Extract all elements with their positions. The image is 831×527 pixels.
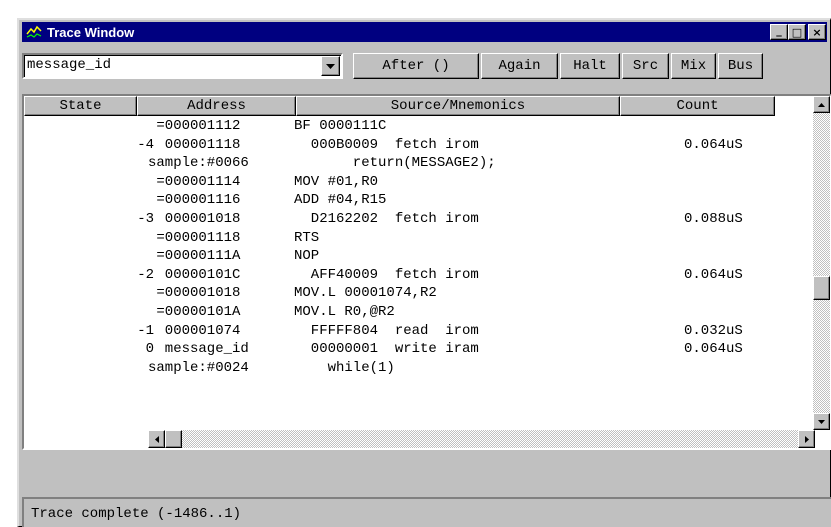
cell-address: sample:#0066 xyxy=(148,155,249,172)
horizontal-scroll-thumb[interactable] xyxy=(165,430,182,448)
cell-source: NOP xyxy=(294,248,320,265)
cell-source: BF 0000111C xyxy=(294,118,387,134)
scroll-left-button[interactable] xyxy=(148,430,165,448)
table-row[interactable]: sample:#0024 while(1) xyxy=(24,359,815,378)
cell-source: MOV.L R0,@R2 xyxy=(294,303,395,320)
chevron-down-icon xyxy=(326,63,335,69)
bus-button[interactable]: Bus xyxy=(718,53,763,79)
cell-address: =000001112 xyxy=(148,118,241,134)
dropdown-button[interactable] xyxy=(321,56,340,76)
cell-count: 0.064uS xyxy=(684,341,743,358)
cell-source: ADD #04,R15 xyxy=(294,192,387,209)
cell-address: =00000111A xyxy=(148,248,241,265)
table-row[interactable]: =000001116 ADD #04,R15 xyxy=(24,191,815,210)
minimize-button[interactable]: _ xyxy=(770,24,788,40)
scroll-down-button[interactable] xyxy=(813,413,830,430)
status-bar: Trace complete (-1486..1) xyxy=(22,497,831,527)
cell-address: =000001118 xyxy=(148,229,241,246)
table-row[interactable]: -2 00000101C AFF40009 fetch irom 0.064uS xyxy=(24,266,815,285)
cell-address: =000001116 xyxy=(148,192,241,209)
cell-source: while(1) xyxy=(294,359,395,376)
table-row[interactable]: sample:#0066 return(MESSAGE2); xyxy=(24,154,815,173)
cell-source: D2162202 fetch irom xyxy=(294,210,479,227)
cell-count: 0.088uS xyxy=(684,210,743,227)
cell-count: 0.064uS xyxy=(684,266,743,283)
column-header-count[interactable]: Count xyxy=(620,96,775,116)
scroll-right-button[interactable] xyxy=(798,430,815,448)
column-header-address[interactable]: Address xyxy=(137,96,296,116)
cell-source: RTS xyxy=(294,229,320,246)
cell-source: MOV.L 00001074,R2 xyxy=(294,285,437,302)
table-row[interactable]: =00000111A NOP xyxy=(24,247,815,266)
cell-count: 0.064uS xyxy=(684,136,743,153)
halt-button[interactable]: Halt xyxy=(560,53,620,79)
window-title: Trace Window xyxy=(47,24,135,40)
arrow-right-icon xyxy=(804,435,809,443)
cell-source: FFFFF804 read irom xyxy=(294,322,479,339)
table-row[interactable]: -3 000001018 D2162202 fetch irom 0.088uS xyxy=(24,210,815,229)
trace-app-icon[interactable] xyxy=(24,23,44,41)
table-row[interactable]: =000001114 MOV #01,R0 xyxy=(24,173,815,192)
status-text: Trace complete (-1486..1) xyxy=(31,505,242,522)
cell-address: =000001114 xyxy=(148,173,241,190)
title-bar[interactable]: Trace Window _ □ × xyxy=(22,22,827,42)
trace-window: Trace Window _ □ × message_id After () A… xyxy=(17,18,831,527)
close-icon: × xyxy=(812,25,822,39)
vertical-scroll-thumb[interactable] xyxy=(813,276,830,300)
maximize-button[interactable]: □ xyxy=(788,24,806,40)
cell-source: return(MESSAGE2); xyxy=(294,155,496,172)
arrow-up-icon xyxy=(818,102,825,107)
cell-source: MOV #01,R0 xyxy=(294,173,379,190)
trace-filter-combo[interactable]: message_id xyxy=(22,53,343,79)
cell-source: 00000001 write iram xyxy=(294,341,479,358)
scroll-up-button[interactable] xyxy=(813,96,830,113)
horizontal-scrollbar[interactable] xyxy=(148,430,815,448)
cell-source: 000B0009 fetch irom xyxy=(294,136,479,153)
table-row[interactable]: =000001018 MOV.L 00001074,R2 xyxy=(24,284,815,303)
cell-address: sample:#0024 xyxy=(148,359,249,376)
mix-button[interactable]: Mix xyxy=(671,53,716,79)
table-row[interactable]: =00000101A MOV.L R0,@R2 xyxy=(24,303,815,322)
cell-source: AFF40009 fetch irom xyxy=(294,266,479,283)
after-button[interactable]: After () xyxy=(353,53,479,79)
cell-address: =000001018 xyxy=(148,285,241,302)
arrow-left-icon xyxy=(154,435,159,443)
toolbar: message_id After () Again Halt Src Mix B… xyxy=(22,48,827,82)
column-header-state[interactable]: State xyxy=(24,96,137,116)
vertical-scrollbar[interactable] xyxy=(813,96,830,430)
minimize-icon: _ xyxy=(776,24,782,37)
trace-filter-value[interactable]: message_id xyxy=(27,57,111,73)
src-button[interactable]: Src xyxy=(622,53,669,79)
cell-address: message_id xyxy=(148,341,249,358)
again-button[interactable]: Again xyxy=(481,53,558,79)
cell-address: 000001074 xyxy=(148,322,241,339)
cell-address: 000001018 xyxy=(148,210,241,227)
table-row[interactable]: =000001118 RTS xyxy=(24,229,815,248)
table-row[interactable]: -1 000001074 FFFFF804 read irom 0.032uS xyxy=(24,322,815,341)
trace-list[interactable]: State Address Source/Mnemonics Count =00… xyxy=(22,94,831,450)
table-row[interactable]: 0 message_id 00000001 write iram 0.064uS xyxy=(24,340,815,359)
trace-rows[interactable]: =000001112 BF 0000111C -4 000001118 000B00… xyxy=(24,117,815,430)
cell-count: 0.032uS xyxy=(684,322,743,339)
cell-address: 000001118 xyxy=(148,136,241,153)
cell-address: =00000101A xyxy=(148,303,241,320)
close-button[interactable]: × xyxy=(808,24,826,40)
cell-address: 00000101C xyxy=(148,266,241,283)
arrow-down-icon xyxy=(818,419,825,424)
column-header-source[interactable]: Source/Mnemonics xyxy=(296,96,620,116)
maximize-icon: □ xyxy=(791,25,803,39)
table-row[interactable]: -4 000001118 000B0009 fetch irom 0.064uS xyxy=(24,136,815,155)
table-row[interactable]: =000001112 BF 0000111C xyxy=(24,117,815,136)
